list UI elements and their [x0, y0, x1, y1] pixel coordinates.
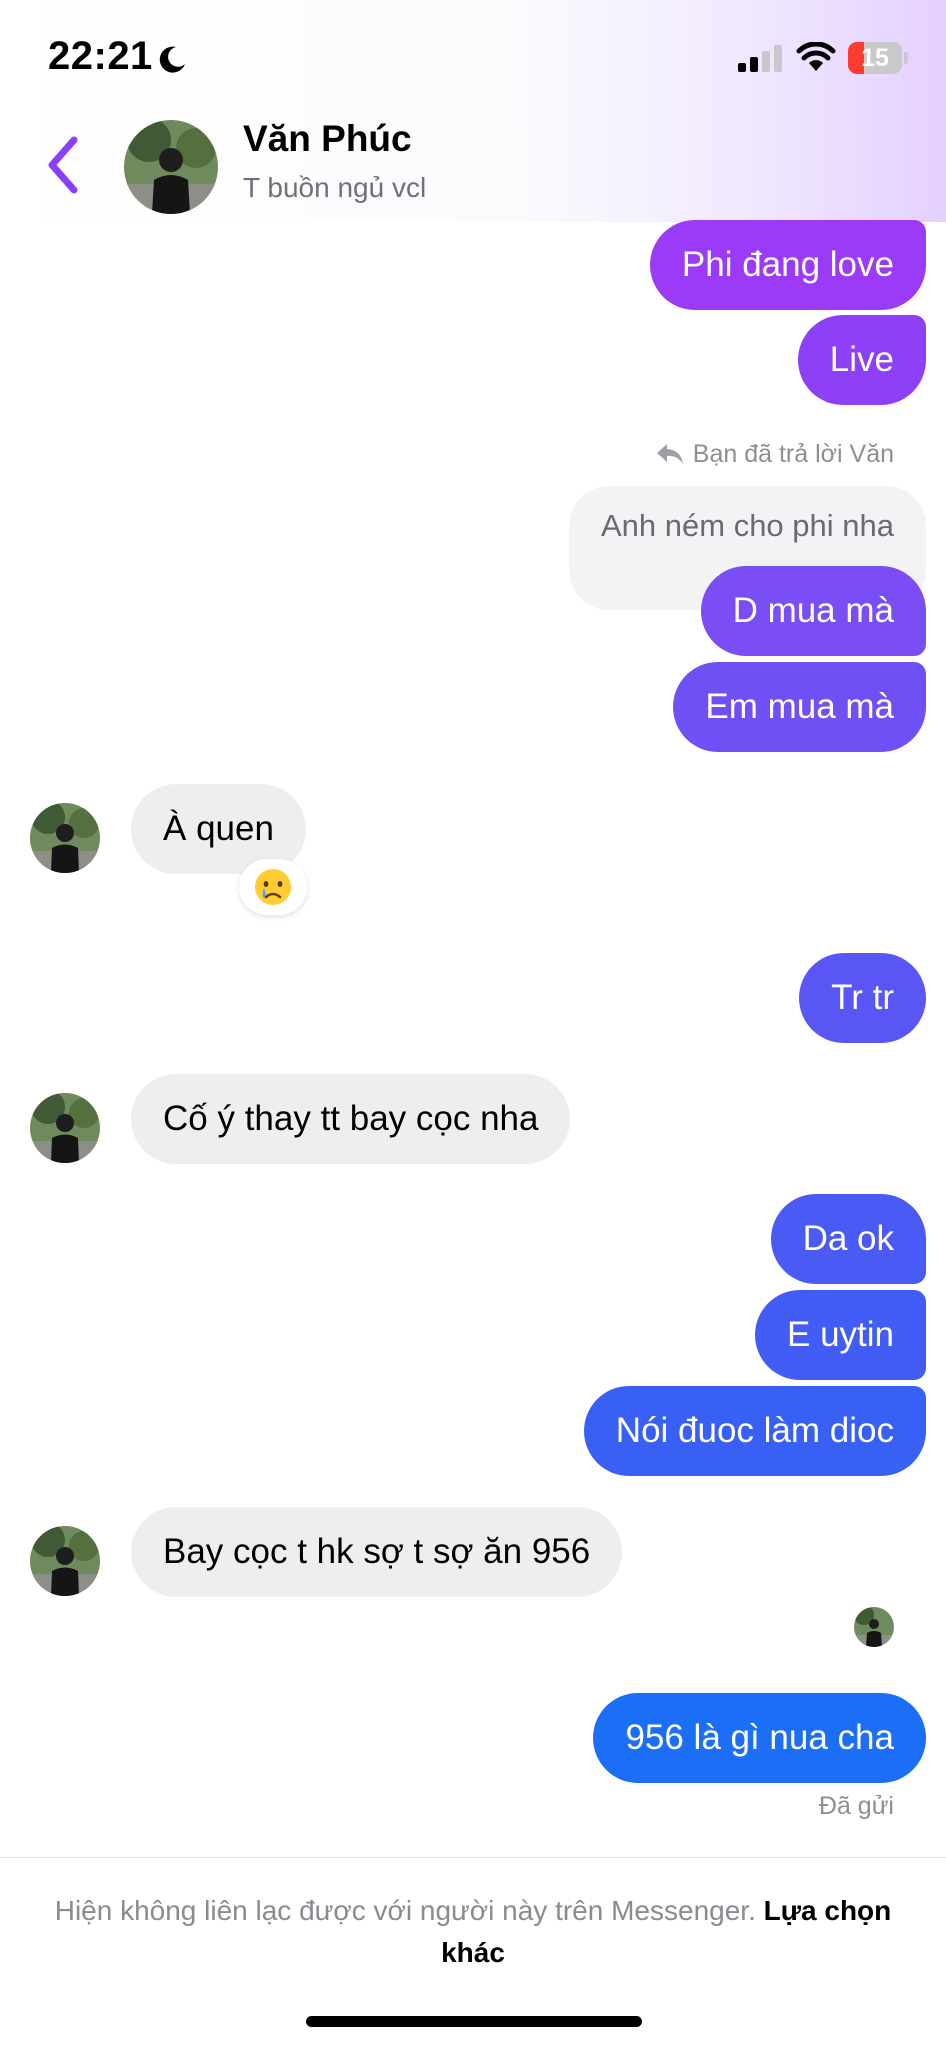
message-reaction[interactable]	[239, 859, 307, 915]
message-text: Cố ý thay tt bay cọc nha	[163, 1099, 539, 1138]
outgoing-message[interactable]: E uytin	[755, 1290, 926, 1380]
message-text: À quen	[163, 809, 274, 848]
moon-icon	[159, 46, 185, 73]
outgoing-message[interactable]: Phi đang love	[649, 220, 926, 310]
reply-arrow-icon	[656, 444, 683, 464]
battery-nub	[904, 52, 908, 64]
outgoing-message[interactable]: Tr tr	[799, 953, 926, 1043]
message-text: Em mua mà	[705, 687, 894, 726]
crying-face-icon	[255, 869, 291, 905]
contact-name[interactable]: Văn Phúc	[243, 118, 412, 160]
battery-level: 15	[861, 44, 889, 72]
contact-status: T buồn ngủ vcl	[243, 172, 427, 203]
message-text: Da ok	[802, 1219, 894, 1258]
message-text: Nói đuoc làm dioc	[615, 1411, 894, 1450]
outgoing-message[interactable]: Nói đuoc làm dioc	[583, 1386, 926, 1476]
message-text: Tr tr	[831, 978, 894, 1017]
back-button[interactable]	[40, 130, 90, 200]
outgoing-message[interactable]: D mua mà	[700, 566, 926, 656]
wifi-icon	[796, 42, 836, 71]
contact-avatar[interactable]	[124, 120, 218, 214]
message-text: Live	[829, 340, 894, 379]
status-time: 22:21	[48, 34, 153, 78]
incoming-message[interactable]: Bay cọc t hk sợ t sợ ăn 956	[131, 1507, 623, 1597]
incoming-message[interactable]: Cố ý thay tt bay cọc nha	[131, 1074, 571, 1164]
unavailable-notice-text: Hiện không liên lạc được với người này t…	[54, 1895, 756, 1926]
outgoing-message[interactable]: 956 là gì nua cha	[593, 1693, 926, 1783]
home-indicator[interactable]	[306, 2016, 642, 2027]
outgoing-message[interactable]: Live	[797, 315, 926, 405]
outgoing-message[interactable]: Da ok	[770, 1194, 926, 1284]
battery-icon: 15	[848, 42, 902, 74]
reply-label: Bạn đã trả lời Văn	[655, 440, 894, 469]
seen-avatar	[854, 1607, 894, 1647]
reply-label-text: Bạn đã trả lời Văn	[692, 440, 894, 468]
sender-avatar[interactable]	[30, 1093, 100, 1163]
unavailable-notice: Hiện không liên lạc được với người này t…	[40, 1890, 906, 1974]
footer-divider	[0, 1857, 946, 1858]
message-text: D mua mà	[732, 591, 894, 630]
sender-avatar[interactable]	[30, 1526, 100, 1596]
quoted-message-text: Anh ném cho phi nha	[601, 508, 894, 543]
message-text: E uytin	[787, 1315, 894, 1354]
message-text: 956 là gì nua cha	[625, 1718, 894, 1757]
sender-avatar[interactable]	[30, 803, 100, 873]
signal-icon	[738, 45, 782, 72]
message-text: Bay cọc t hk sợ t sợ ăn 956	[163, 1532, 591, 1571]
messenger-chat-screen: 22:21 15 Văn Phúc T buồn ngủ vcl Phi đan…	[0, 0, 946, 2048]
outgoing-message[interactable]: Em mua mà	[673, 662, 926, 752]
message-text: Phi đang love	[681, 245, 894, 284]
back-chevron-icon	[48, 136, 78, 194]
sent-status: Đã gửi	[818, 1792, 894, 1820]
